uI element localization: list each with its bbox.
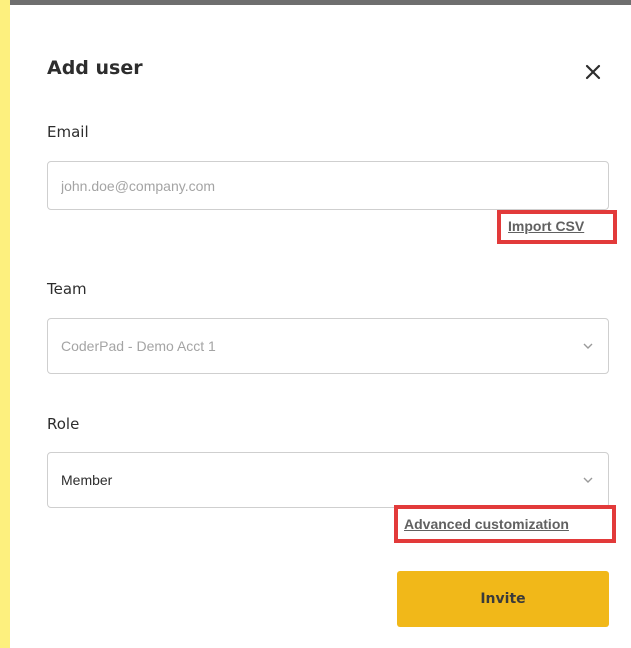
email-field-container bbox=[47, 161, 609, 210]
add-user-dialog: Add user Email Import CSV Team CoderPad … bbox=[10, 0, 631, 648]
team-selected-value: CoderPad - Demo Acct 1 bbox=[61, 338, 216, 354]
chevron-down-icon bbox=[583, 477, 593, 483]
team-label: Team bbox=[47, 280, 87, 298]
team-select[interactable]: CoderPad - Demo Acct 1 bbox=[47, 318, 609, 374]
role-select[interactable]: Member bbox=[47, 452, 609, 508]
role-selected-value: Member bbox=[61, 472, 113, 488]
advanced-customization-link[interactable]: Advanced customization bbox=[404, 516, 569, 532]
import-csv-link[interactable]: Import CSV bbox=[508, 218, 584, 234]
email-label: Email bbox=[47, 123, 89, 141]
email-field[interactable] bbox=[61, 162, 591, 209]
chevron-down-icon bbox=[583, 343, 593, 349]
dialog-title: Add user bbox=[47, 57, 143, 79]
role-label: Role bbox=[47, 415, 80, 433]
close-icon[interactable] bbox=[582, 61, 604, 83]
invite-button[interactable]: Invite bbox=[397, 571, 609, 627]
